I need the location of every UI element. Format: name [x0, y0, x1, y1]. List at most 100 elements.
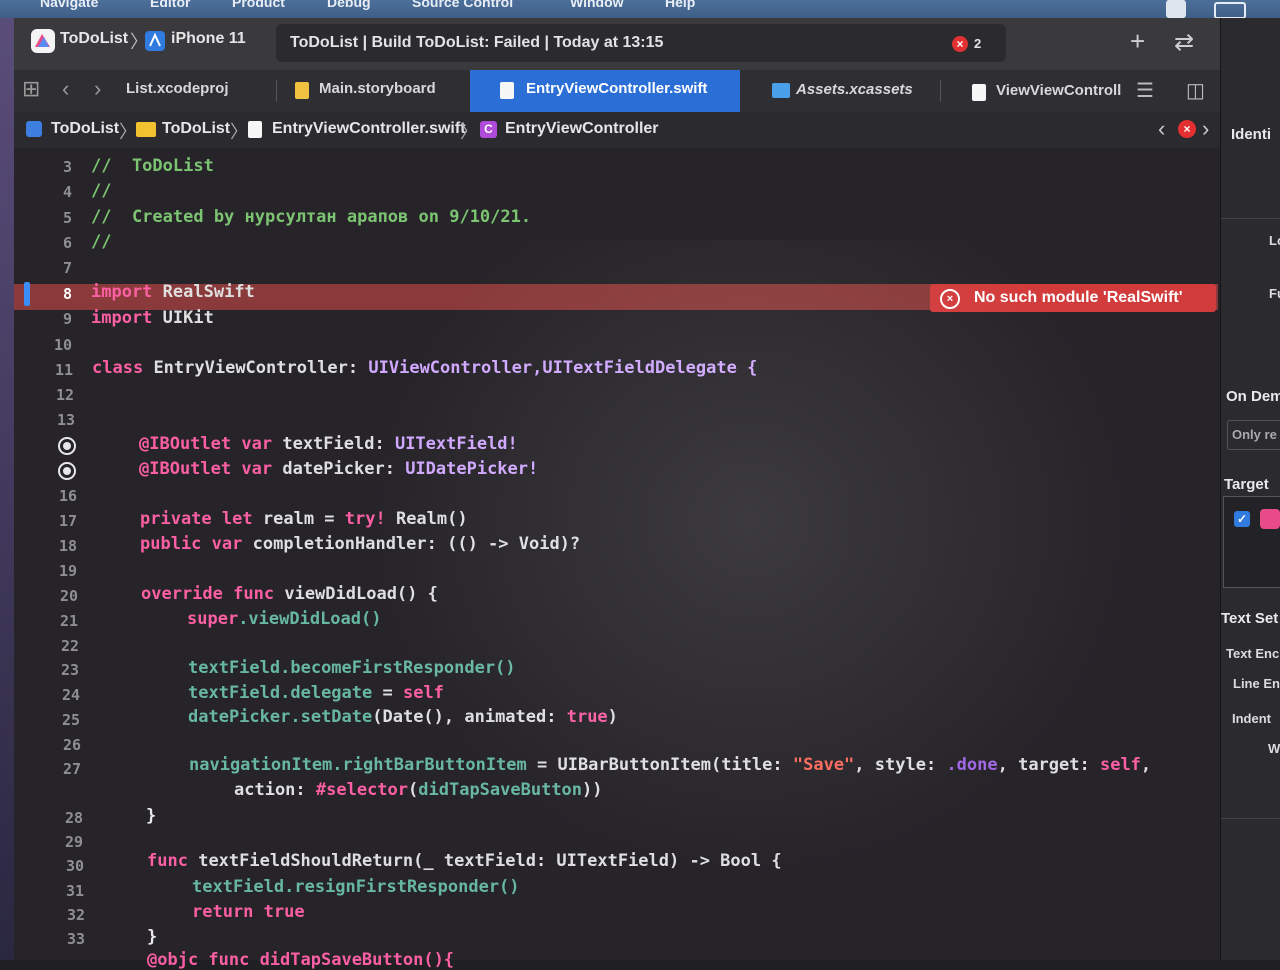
swift-file-icon	[500, 82, 514, 99]
error-count[interactable]: 2	[974, 36, 981, 51]
code-line: @IBOutlet var textField: UITextField!	[139, 434, 518, 454]
menu-source-control[interactable]: Source Control	[412, 0, 513, 10]
inspector-label: W	[1268, 741, 1280, 756]
next-issue-icon[interactable]: ›	[1202, 116, 1209, 142]
code-line: textField.resignFirstResponder()	[192, 877, 520, 897]
tab-xcodeproj[interactable]: List.xcodeproj	[124, 70, 274, 112]
tab-bar: ⊞ ‹ › List.xcodeproj Main.storyboard Ent…	[14, 70, 1220, 113]
scheme-name[interactable]: ToDoList	[60, 30, 128, 48]
line-number: 29	[64, 833, 83, 851]
breadcrumb-group[interactable]: ToDoList	[162, 120, 230, 138]
line-number: 18	[58, 537, 77, 555]
tab-storyboard[interactable]: Main.storyboard	[289, 70, 469, 112]
jump-bar: ToDoList 〉 ToDoList 〉 EntryViewControlle…	[14, 112, 1220, 149]
add-library-button[interactable]: +	[1130, 26, 1145, 57]
menu-editor[interactable]: Editor	[150, 0, 190, 10]
tab-label: Main.storyboard	[319, 80, 436, 97]
outlet-connected-icon[interactable]	[58, 437, 76, 455]
code-line: @objc func didTapSaveButton(){	[147, 950, 455, 970]
code-line: super.viewDidLoad()	[187, 609, 382, 629]
line-number: 10	[53, 336, 72, 354]
line-number: 17	[58, 512, 77, 530]
device-name[interactable]: iPhone 11	[171, 30, 246, 48]
grid-icon[interactable]: ⊞	[22, 76, 40, 102]
source-editor[interactable]	[14, 148, 1220, 960]
breadcrumb-file[interactable]: EntryViewController.swift	[272, 120, 466, 138]
issue-error-icon[interactable]: ×	[1178, 120, 1196, 138]
tags-field[interactable]: Only re	[1227, 420, 1280, 450]
target-checkbox[interactable]: ✓	[1234, 511, 1250, 527]
target-membership-list: ✓	[1223, 496, 1280, 588]
line-number: 33	[66, 930, 85, 948]
menu-window[interactable]: Window	[570, 0, 624, 10]
inspector-label: Fu	[1269, 286, 1280, 301]
back-chevron-icon[interactable]: ‹	[62, 76, 69, 102]
error-annotation[interactable]: × No such module 'RealSwift'	[930, 284, 1216, 312]
line-number: 28	[64, 809, 83, 827]
inspector-label: Line En	[1233, 676, 1280, 691]
outlet-connected-icon[interactable]	[58, 462, 76, 480]
code-line: datePicker.setDate(Date(), animated: tru…	[188, 707, 618, 727]
line-number: 3	[62, 158, 72, 176]
code-line: import UIKit	[91, 308, 214, 328]
app-target-icon	[1260, 509, 1280, 529]
code-line: // Created by нурсултан арапов on 9/10/2…	[91, 207, 532, 227]
swift-file-icon	[972, 84, 986, 101]
swap-icon[interactable]: ⇄	[1174, 28, 1194, 57]
change-indicator	[24, 282, 30, 306]
input-source-icon[interactable]	[1166, 0, 1186, 18]
app-scheme-icon[interactable]	[30, 28, 56, 54]
menu-debug[interactable]: Debug	[327, 0, 371, 10]
target-header: Target	[1224, 476, 1269, 493]
project-icon	[26, 121, 42, 137]
menu-navigate[interactable]: Navigate	[40, 0, 98, 10]
line-number: 4	[62, 183, 72, 201]
inspector-label: Text Enc	[1226, 646, 1280, 661]
divider	[1221, 818, 1280, 819]
tab-assets[interactable]: Assets.xcassets	[754, 70, 934, 112]
tab-view-controller[interactable]: ViewViewControll	[964, 70, 1124, 112]
forward-chevron-icon[interactable]: ›	[94, 76, 101, 102]
swift-file-icon	[248, 121, 262, 138]
line-number: 11	[54, 361, 73, 379]
class-icon: C	[480, 121, 497, 138]
code-line: return true	[192, 902, 305, 922]
inspector-label: Lo	[1269, 233, 1280, 248]
battery-icon[interactable]	[1214, 2, 1246, 18]
previous-issue-icon[interactable]: ‹	[1158, 116, 1165, 142]
line-number: 16	[58, 487, 77, 505]
tab-label: Assets.xcassets	[796, 81, 913, 98]
storyboard-icon	[295, 82, 309, 99]
adjust-editor-options-icon[interactable]: ☰	[1136, 78, 1154, 103]
tab-divider	[276, 80, 277, 102]
line-number: 8	[62, 285, 72, 303]
error-icon[interactable]: ×	[952, 36, 968, 52]
tab-label: ViewViewControll	[996, 82, 1122, 99]
line-number: 27	[62, 760, 81, 778]
menu-product[interactable]: Product	[232, 0, 285, 10]
breadcrumb-chevron-icon: 〉	[119, 122, 137, 142]
code-line: //	[91, 232, 112, 252]
line-number: 9	[62, 310, 72, 328]
status-icons	[1140, 0, 1280, 18]
line-number: 22	[60, 637, 79, 655]
asset-catalog-icon	[772, 83, 790, 98]
code-line: navigationItem.rightBarButtonItem = UIBa…	[189, 755, 1152, 775]
breadcrumb-symbol[interactable]: EntryViewController	[505, 120, 659, 138]
code-line: textField.delegate = self	[188, 683, 444, 703]
line-number: 21	[59, 612, 78, 630]
build-status-text: ToDoList | Build ToDoList: Failed | Toda…	[290, 34, 664, 51]
line-number: 6	[62, 234, 72, 252]
line-number: 31	[65, 882, 84, 900]
tab-entry-view-controller[interactable]: EntryViewController.swift	[470, 70, 740, 112]
breadcrumb-chevron-icon: 〉	[460, 122, 478, 142]
menu-help[interactable]: Help	[665, 0, 695, 10]
code-line: func textFieldShouldReturn(_ textField: …	[147, 851, 782, 871]
error-icon: ×	[940, 289, 960, 309]
code-line: textField.becomeFirstResponder()	[188, 658, 516, 678]
split-editor-icon[interactable]: ◫	[1186, 78, 1205, 103]
breadcrumb-project[interactable]: ToDoList	[51, 120, 119, 138]
simulator-icon[interactable]	[144, 30, 166, 52]
code-line: import RealSwift	[91, 282, 255, 302]
line-number: 5	[62, 209, 72, 227]
